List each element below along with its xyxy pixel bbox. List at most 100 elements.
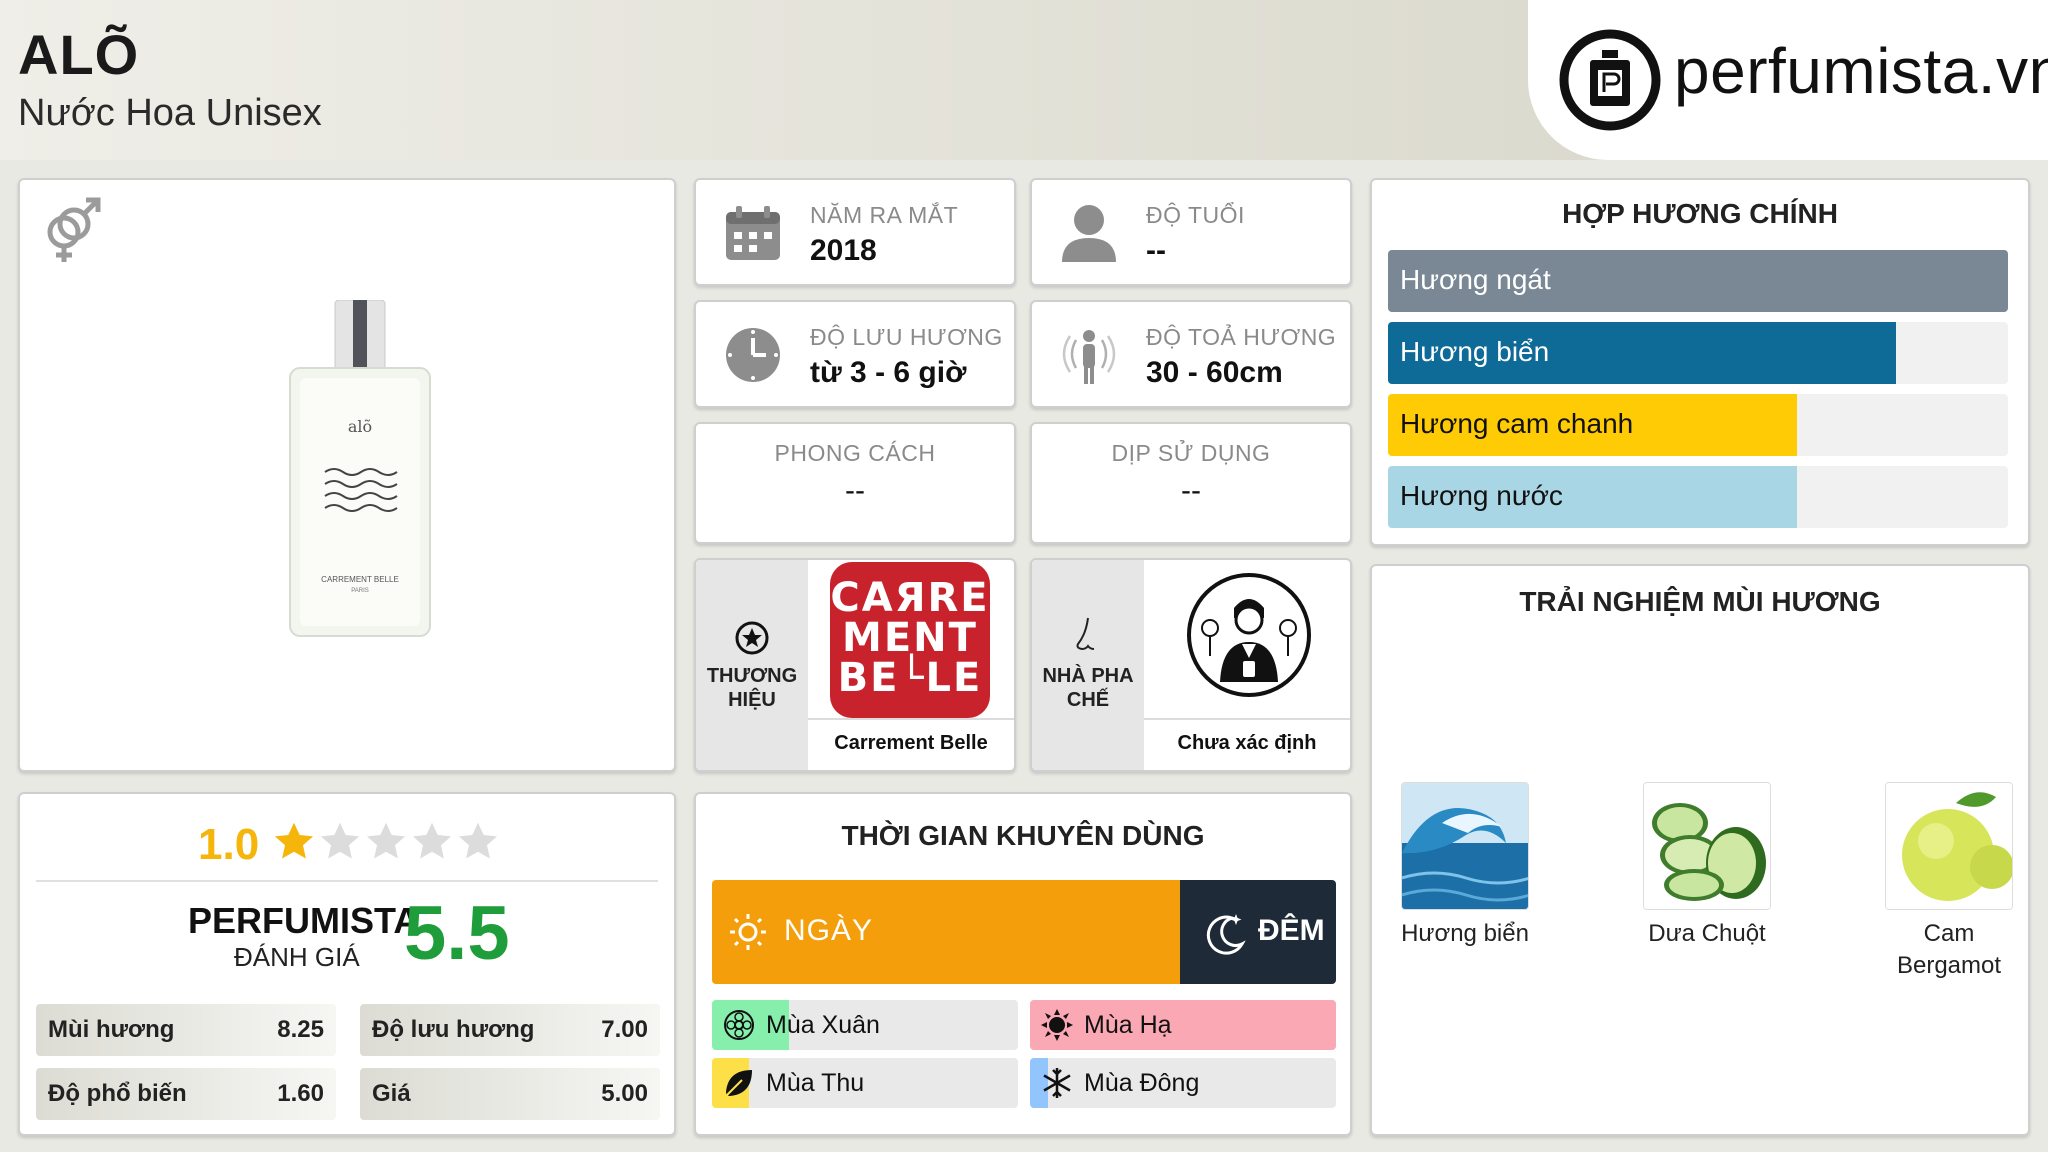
launch-year-tile: NĂM RA MẮT 2018 — [694, 178, 1016, 286]
score-longevity: Độ lưu hương 7.00 — [360, 1004, 660, 1056]
season-summer: Mùa Hạ — [1030, 1000, 1336, 1050]
leaf-icon — [725, 1070, 752, 1097]
clock-icon — [726, 328, 780, 382]
sillage-value: 30 - 60cm — [1146, 356, 1283, 389]
note-item[interactable]: Dưa Chuột — [1642, 782, 1772, 950]
brand-tile[interactable]: THƯƠNG HIỆU CAЯRE MENT BE└LE Carrement B… — [694, 558, 1016, 772]
accord-label: Hương cam chanh — [1400, 408, 1634, 439]
accord-bar: Hương cam chanh — [1388, 394, 2008, 456]
longevity-tile: ĐỘ LƯU HƯƠNG từ 3 - 6 giờ — [694, 300, 1016, 408]
launch-year-label: NĂM RA MẮT — [810, 202, 959, 228]
brand-logo-line1: CAЯRE — [830, 575, 990, 621]
accord-bar: Hương biển — [1388, 322, 2008, 384]
day-night-bar: NGÀY ĐÊM — [712, 880, 1336, 984]
night-label: ĐÊM — [1258, 914, 1325, 947]
launch-year-value: 2018 — [810, 234, 877, 267]
rating-card: 1.0 PERFUMISTA ĐÁNH GIÁ 5.5 Mùi hương 8.2… — [18, 792, 676, 1136]
perfumista-label: PERFUMISTA — [188, 900, 420, 941]
perfumista-sublabel: ĐÁNH GIÁ — [234, 942, 360, 972]
notes-title: TRẢI NGHIỆM MÙI HƯƠNG — [1519, 586, 1881, 617]
nose-icon — [1076, 617, 1095, 651]
star-icon[interactable] — [272, 820, 316, 864]
age-value: -- — [1146, 234, 1166, 267]
snowflake-icon — [1043, 1068, 1071, 1098]
scent-notes-card: TRẢI NGHIỆM MÙI HƯƠNG Hương biển Dưa Chu… — [1370, 564, 2030, 1136]
logo-text: perfumista.vn — [1674, 35, 2048, 107]
accords-title: HỢP HƯƠNG CHÍNH — [1562, 198, 1838, 229]
longevity-value: từ 3 - 6 giờ — [810, 356, 967, 389]
note-item[interactable]: Hương biển — [1400, 782, 1530, 950]
bottle-city-text: PARIS — [351, 588, 369, 594]
sun-icon — [730, 914, 766, 950]
season-winter: Mùa Đông — [1030, 1058, 1336, 1108]
style-value: -- — [845, 474, 865, 507]
style-tile: PHONG CÁCH -- — [694, 422, 1016, 544]
page-header: ALÕ Nước Hoa Unisex perfumista.vn — [0, 0, 2048, 160]
main-accords-card: HỢP HƯƠNG CHÍNH Hương ngát Hương biển Hươn… — [1370, 178, 2030, 546]
brand-logo-line2: MENT — [842, 615, 978, 661]
brand-label-line2: HIỆU — [728, 689, 776, 711]
occasion-value: -- — [1181, 474, 1201, 507]
brand-logo[interactable]: CAЯRE MENT BE└LE — [830, 562, 990, 718]
star-icon[interactable] — [318, 820, 362, 864]
day-label: NGÀY — [784, 914, 874, 947]
product-image-card: alõ CARREMENT BELLE PARIS — [18, 178, 676, 772]
perfume-bottle-logo-icon — [1559, 29, 1661, 131]
accord-bar: Hương ngát — [1388, 250, 2008, 312]
user-rating-score: 1.0 — [198, 820, 260, 869]
usage-title: THỜI GIAN KHUYÊN DÙNG — [841, 820, 1205, 851]
bottle-sub-text: CARREMENT BELLE — [321, 575, 399, 584]
note-label-bergamot-line2: Bergamot — [1896, 952, 2002, 979]
star-badge-icon — [735, 621, 769, 655]
site-logo[interactable]: perfumista.vn — [1528, 0, 2048, 160]
score-price: Giá 5.00 — [360, 1068, 660, 1120]
age-label: ĐỘ TUỔI — [1146, 202, 1245, 228]
note-label-marine: Hương biển — [1401, 920, 1529, 947]
brand-name[interactable]: Carrement Belle — [808, 732, 1014, 755]
ocean-wave-image — [1401, 782, 1529, 910]
recommended-time-card: THỜI GIAN KHUYÊN DÙNG NGÀY ĐÊM Mùa Xuân … — [694, 792, 1352, 1136]
occasion-label: DỊP SỬ DỤNG — [1111, 440, 1271, 466]
calendar-icon — [726, 206, 780, 260]
bottle-brand-text: alõ — [348, 417, 372, 436]
accord-label: Hương biển — [1400, 336, 1550, 367]
cucumber-image — [1643, 782, 1771, 910]
sillage-tile: ĐỘ TOẢ HƯƠNG 30 - 60cm — [1030, 300, 1352, 408]
product-title: ALÕ — [18, 23, 140, 86]
season-autumn: Mùa Thu — [712, 1058, 1018, 1108]
accord-label: Hương ngát — [1400, 264, 1551, 295]
star-icon[interactable] — [364, 820, 408, 864]
day-fill — [712, 880, 1180, 984]
perfumer-label-line1: NHÀ PHA — [1042, 665, 1134, 687]
age-tile: ĐỘ TUỔI -- — [1030, 178, 1352, 286]
note-label-bergamot-line1: Cam — [1923, 920, 1975, 947]
style-label: PHONG CÁCH — [774, 440, 936, 466]
occasion-tile: DỊP SỬ DỤNG -- — [1030, 422, 1352, 544]
perfumista-score: 5.5 — [404, 891, 510, 976]
perfume-bottle-image: alõ CARREMENT BELLE PARIS — [270, 299, 450, 640]
perfumer-tile[interactable]: NHÀ PHA CHẾ Chưa xác định — [1030, 558, 1352, 772]
sillage-label: ĐỘ TOẢ HƯƠNG — [1146, 324, 1337, 350]
note-item[interactable]: Cam Bergamot — [1884, 782, 2014, 982]
sillage-person-icon — [1062, 330, 1116, 384]
perfumer-name[interactable]: Chưa xác định — [1144, 732, 1350, 755]
brand-label-line1: THƯƠNG — [706, 665, 798, 687]
star-icon[interactable] — [456, 820, 500, 864]
perfumer-label-line2: CHẾ — [1066, 689, 1110, 711]
accord-bar: Hương nước — [1388, 466, 2008, 528]
star-icon[interactable] — [410, 820, 454, 864]
person-icon — [1062, 205, 1116, 262]
season-spring: Mùa Xuân — [712, 1000, 1018, 1050]
accord-label: Hương nước — [1400, 480, 1563, 511]
score-popularity: Độ phổ biến 1.60 — [36, 1068, 336, 1120]
star-rating[interactable] — [272, 818, 512, 868]
bergamot-image — [1885, 782, 2013, 910]
perfumer-avatar — [1187, 573, 1311, 697]
unisex-icon — [47, 197, 101, 262]
longevity-label: ĐỘ LƯU HƯƠNG — [810, 324, 1003, 350]
brand-logo-line3: BE└LE — [837, 655, 983, 701]
note-label-cucumber: Dưa Chuột — [1648, 920, 1766, 947]
score-scent: Mùi hương 8.25 — [36, 1004, 336, 1056]
flower-icon — [724, 1010, 754, 1040]
moon-icon — [1206, 914, 1246, 955]
